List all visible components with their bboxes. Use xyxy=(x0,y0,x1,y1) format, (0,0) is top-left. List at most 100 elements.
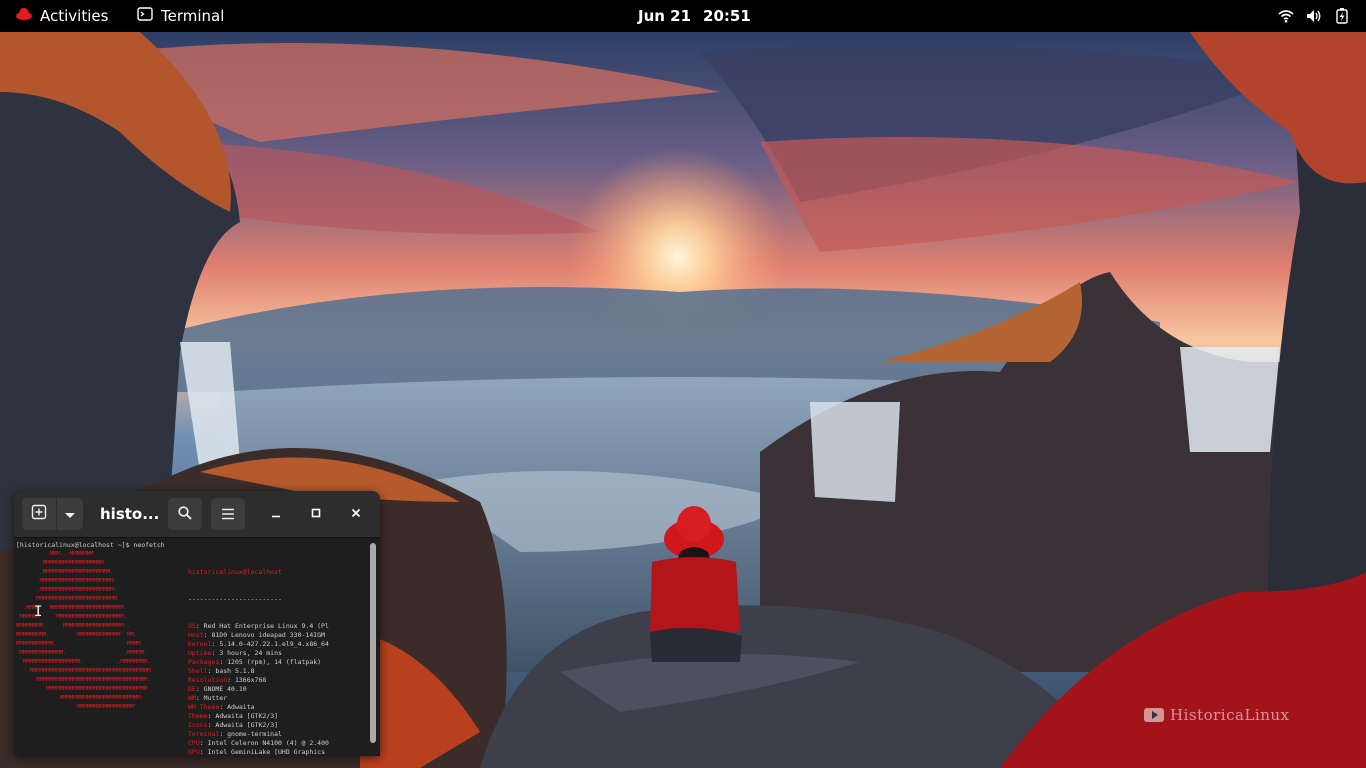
terminal-title: histo... xyxy=(100,505,160,523)
logo-line: MMMMMMMMMMMMMMMMMM xyxy=(16,560,104,566)
terminal-headerbar[interactable]: histo... xyxy=(14,491,380,538)
info-value: 5.14.0-427.22.1.el9_4.x86_64 xyxy=(219,640,329,648)
top-bar: Activities Terminal Jun 21 20:51 xyxy=(0,0,1366,32)
info-value: 81D0 Lenovo ideapad 330-14IGM xyxy=(211,631,325,639)
info-key: Uptime xyxy=(188,649,212,657)
close-button[interactable] xyxy=(344,502,368,526)
neofetch-info: historicalinux@localhost ---------------… xyxy=(188,550,329,756)
info-line: Kernel: 5.14.0-427.22.1.el9_4.x86_64 xyxy=(188,640,329,648)
logo-line: .MMM..:MMMMMMM xyxy=(16,551,94,557)
minimize-button[interactable] xyxy=(264,502,288,526)
app-menu-label: Terminal xyxy=(161,7,225,25)
wifi-icon xyxy=(1278,8,1294,24)
app-menu-terminal[interactable]: Terminal xyxy=(137,0,224,32)
activities-button[interactable]: Activities xyxy=(16,0,108,32)
info-line: Theme: Adwaita [GTK2/3] xyxy=(188,712,279,720)
logo-line: `MMMMMMMMMMMMM. ,MMMMM. xyxy=(16,650,148,656)
prompt-line: [historicalinux@localhost ~]$ neofetch xyxy=(16,541,165,549)
info-line: Shell: bash 5.1.8 xyxy=(188,667,255,675)
info-value: Adwaita xyxy=(227,703,255,711)
clock-button[interactable]: Jun 21 20:51 xyxy=(638,0,751,32)
info-key: GPU xyxy=(188,748,200,756)
volume-icon xyxy=(1306,8,1322,24)
terminal-scrollbar[interactable] xyxy=(370,543,376,743)
info-value: gnome-terminal xyxy=(227,730,282,738)
info-key: WM xyxy=(188,694,196,702)
info-key: Packages xyxy=(188,658,220,666)
info-key: WM Theme xyxy=(188,703,220,711)
info-value: Adwaita [GTK2/3] xyxy=(215,721,279,729)
info-line: Packages: 1205 (rpm), 14 (flatpak) xyxy=(188,658,322,666)
info-key: CPU xyxy=(188,739,200,747)
search-button[interactable] xyxy=(168,498,202,530)
text-cursor-icon: I xyxy=(34,604,43,620)
terminal-window: histo... [historicalinux@localhost ~]$ n… xyxy=(14,491,380,756)
info-value: bash 5.1.8 xyxy=(215,667,255,675)
info-value: GNOME 40.10 xyxy=(203,685,247,693)
minimize-icon xyxy=(271,506,281,522)
terminal-content[interactable]: [historicalinux@localhost ~]$ neofetch .… xyxy=(14,538,368,756)
logo-line: MMMMMMMM MMMMMMMMMMMMMMMMMM . xyxy=(16,623,131,629)
info-key: Host xyxy=(188,631,204,639)
logo-line: `MMMMMMMMMMMMMMMMMMMMMMMM: xyxy=(16,695,144,701)
hamburger-menu-icon xyxy=(221,505,235,524)
youtube-logo-icon xyxy=(1144,708,1164,722)
info-key: Resolution xyxy=(188,676,228,684)
info-line: Icons: Adwaita [GTK2/3] xyxy=(188,721,279,729)
info-line: CPU: Intel Celeron N4100 (4) @ 2.400 xyxy=(188,739,329,747)
logo-line: ``MMMMMMMMMMMMMMMMM' xyxy=(16,704,138,710)
info-line: Resolution: 1366x768 xyxy=(188,676,267,684)
clock-time: 20:51 xyxy=(703,7,751,25)
close-icon xyxy=(351,506,361,522)
info-value: Red Hat Enterprise Linux 9.4 (Pl xyxy=(203,622,329,630)
logo-line: MMMMMMMMMMMMMMMMMMMMMMMM xyxy=(16,596,118,602)
tab-menu-dropdown-button[interactable] xyxy=(57,498,83,530)
info-key: Kernel xyxy=(188,640,212,648)
activities-label: Activities xyxy=(40,7,109,25)
info-line: GPU: Intel GeminiLake [UHD Graphics xyxy=(188,748,325,756)
system-menu[interactable] xyxy=(1278,0,1350,32)
main-menu-button[interactable] xyxy=(211,498,245,530)
logo-line: MMMMMMMMMMMMMMMMMMMM. xyxy=(16,569,114,575)
distro-ascii-logo: .MMM..:MMMMMMM MMMMMMMMMMMMMMMMMM MMMMMM… xyxy=(16,550,151,712)
logo-line: ,MMMMMMMMMMMMMMMMMMMMMM: xyxy=(16,587,118,593)
info-value: Intel GeminiLake [UHD Graphics xyxy=(207,748,325,756)
info-line: WM: Mutter xyxy=(188,694,228,702)
info-line: Host: 81D0 Lenovo ideapad 330-14IGM xyxy=(188,631,325,639)
terminal-app-icon xyxy=(137,7,153,25)
info-separator: ------------------------ xyxy=(188,595,282,603)
chevron-down-icon xyxy=(64,505,76,524)
new-tab-button[interactable] xyxy=(22,498,56,530)
logo-line: MMMMMMMMM. `MMMMMMMMMMMMM' MM. xyxy=(16,632,138,638)
search-icon xyxy=(178,505,192,524)
new-tab-icon xyxy=(31,504,47,524)
user-host: historicalinux@localhost xyxy=(188,568,282,576)
battery-charging-icon xyxy=(1334,8,1350,24)
channel-watermark: HistoricaLinux xyxy=(1144,706,1290,724)
info-value: Adwaita [GTK2/3] xyxy=(215,712,279,720)
info-key: Icons xyxy=(188,721,208,729)
logo-line: MMMMMMMMMMMMMMMMMMMMMMMMMMMMMMMMMMMM xyxy=(16,668,151,674)
info-line: Uptime: 3 hours, 24 mins xyxy=(188,649,282,657)
info-line: Terminal: gnome-terminal xyxy=(188,730,282,738)
logo-line: MMMMMMMMMMMMMMMMMMMMMM xyxy=(16,578,114,584)
clock-date: Jun 21 xyxy=(638,7,692,25)
info-value: Intel Celeron N4100 (4) @ 2.400 xyxy=(207,739,329,747)
info-value: 3 hours, 24 mins xyxy=(219,649,282,657)
logo-line: `MMMMMMMMMMMMMMMMM. ,MMMMMMMM. xyxy=(16,659,151,665)
info-key: Terminal xyxy=(188,730,220,738)
info-key: DE xyxy=(188,685,196,693)
info-key: Shell xyxy=(188,667,208,675)
watermark-text: HistoricaLinux xyxy=(1170,706,1290,724)
maximize-button[interactable] xyxy=(304,502,328,526)
logo-line: MMMMMMMMMMM. MMMM xyxy=(16,641,141,647)
logo-line: MMMMMMMMMMMMMMMMMMMMMMMMMMMMMMMMM: xyxy=(16,677,151,683)
info-line: DE: GNOME 40.10 xyxy=(188,685,247,693)
info-line: WM Theme: Adwaita xyxy=(188,703,255,711)
info-value: 1366x768 xyxy=(234,676,267,684)
logo-line: MMMMMMMMMMMMMMMMMMMMMMMMMMMMMM xyxy=(16,686,148,692)
maximize-icon xyxy=(311,506,321,522)
info-value: Mutter xyxy=(203,694,228,702)
info-line: OS: Red Hat Enterprise Linux 9.4 (Pl xyxy=(188,622,329,630)
info-key: Theme xyxy=(188,712,208,720)
